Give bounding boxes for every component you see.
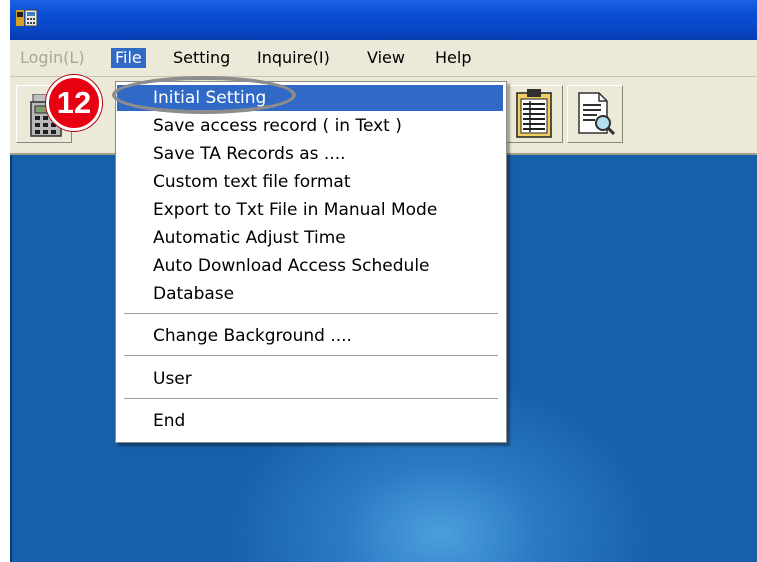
app-window: Login(L) File Setting Inquire(I) View He… (10, 0, 757, 562)
menu-inquire[interactable]: Inquire(I) (253, 48, 334, 68)
menu-item-initial-setting[interactable]: Initial Setting (117, 85, 503, 111)
menu-item-user[interactable]: User (117, 366, 503, 392)
menu-item-export-txt[interactable]: Export to Txt File in Manual Mode (117, 197, 503, 223)
menu-bar: Login(L) File Setting Inquire(I) View He… (10, 40, 757, 77)
document-search-icon (578, 92, 616, 136)
menu-view[interactable]: View (363, 48, 409, 68)
menu-separator (124, 355, 498, 357)
file-menu-dropdown: Initial Setting Save access record ( in … (115, 81, 507, 443)
menu-setting[interactable]: Setting (169, 48, 234, 68)
menu-item-change-background[interactable]: Change Background .... (117, 323, 503, 349)
toolbar-button-schedule[interactable] (507, 85, 563, 143)
menu-item-auto-adjust-time[interactable]: Automatic Adjust Time (117, 225, 503, 251)
menu-separator (124, 313, 498, 315)
title-bar[interactable] (10, 0, 757, 40)
menu-item-custom-text-format[interactable]: Custom text file format (117, 169, 503, 195)
menu-login[interactable]: Login(L) (16, 48, 89, 68)
step-number-badge: 12 (46, 75, 102, 131)
menu-file[interactable]: File (111, 48, 146, 68)
menu-separator (124, 398, 498, 400)
client-border (10, 155, 12, 562)
menu-item-database[interactable]: Database (117, 281, 503, 307)
clipboard-list-icon (516, 89, 552, 138)
menu-item-end[interactable]: End (117, 408, 503, 434)
menu-help[interactable]: Help (431, 48, 475, 68)
menu-item-save-ta-records[interactable]: Save TA Records as .... (117, 141, 503, 167)
toolbar-button-document-view[interactable] (567, 85, 623, 143)
app-icon (16, 9, 38, 27)
menu-item-save-access-record[interactable]: Save access record ( in Text ) (117, 113, 503, 139)
menu-item-auto-download-schedule[interactable]: Auto Download Access Schedule (117, 253, 503, 279)
